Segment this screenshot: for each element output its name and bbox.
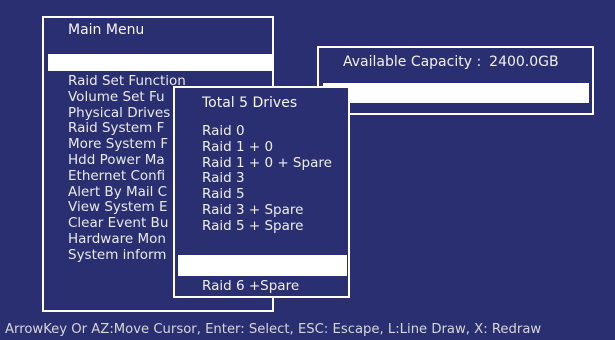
raid-level-item-raid-1-0[interactable]: Raid 1 + 0 <box>202 139 332 156</box>
raid-level-window: Total 5 Drives Raid 0 Raid 1 + 0 Raid 1 … <box>173 86 350 298</box>
status-bar-help-text: ArrowKey Or AZ:Move Cursor, Enter: Selec… <box>5 322 542 337</box>
raid-level-selected-highlight[interactable] <box>178 255 347 276</box>
capacity-window: Available Capacity : 2400.0GB <box>317 46 594 115</box>
main-menu-item-physical-drives[interactable]: Physical Drives <box>68 105 186 122</box>
main-menu-item-system-information[interactable]: System inform <box>68 247 186 264</box>
capacity-value: 2400.0GB <box>489 54 559 70</box>
main-menu-item-hardware-monitor[interactable]: Hardware Mon <box>68 231 186 248</box>
raid-level-item-raid-3[interactable]: Raid 3 <box>202 171 332 187</box>
main-menu-item-raid-set-function[interactable]: Raid Set Function <box>68 73 186 90</box>
capacity-label: Available Capacity : <box>343 54 482 70</box>
status-bar: ArrowKey Or AZ:Move Cursor, Enter: Selec… <box>0 320 615 340</box>
main-menu-item-clear-event-buffer[interactable]: Clear Event Bu <box>68 215 186 232</box>
capacity-readout: Available Capacity : 2400.0GB <box>343 54 559 70</box>
main-menu-item-alert-by-mail-config[interactable]: Alert By Mail C <box>68 184 186 201</box>
raid-level-item-raid-0[interactable]: Raid 0 <box>202 123 332 140</box>
raid-level-item-raid-5[interactable]: Raid 5 <box>202 186 332 203</box>
raid-level-item-raid-3-spare[interactable]: Raid 3 + Spare <box>202 202 332 219</box>
main-menu-item-hdd-power-management[interactable]: Hdd Power Ma <box>68 152 186 169</box>
raid-level-item-raid-6-spare[interactable]: Raid 6 +Spare <box>202 278 299 295</box>
raid-level-list: Raid 0 Raid 1 + 0 Raid 1 + 0 + Spare Rai… <box>202 123 332 235</box>
main-menu-selected-highlight[interactable] <box>48 54 272 71</box>
main-menu-item-more-system-function[interactable]: More System F <box>68 136 186 153</box>
main-menu-item-volume-set-function[interactable]: Volume Set Fu <box>68 89 186 106</box>
main-menu-list: Raid Set Function Volume Set Fu Physical… <box>68 73 186 264</box>
main-menu-item-raid-system-function[interactable]: Raid System F <box>68 121 186 137</box>
main-menu-title: Main Menu <box>68 22 145 38</box>
main-menu-item-view-system-events[interactable]: View System E <box>68 200 186 216</box>
capacity-input-highlight[interactable] <box>323 83 589 103</box>
raid-level-title: Total 5 Drives <box>202 95 298 111</box>
main-menu-item-ethernet-configuration[interactable]: Ethernet Confi <box>68 168 186 185</box>
raid-level-item-raid-1-0-spare[interactable]: Raid 1 + 0 + Spare <box>202 155 332 172</box>
raid-level-item-raid-5-spare[interactable]: Raid 5 + Spare <box>202 218 332 235</box>
